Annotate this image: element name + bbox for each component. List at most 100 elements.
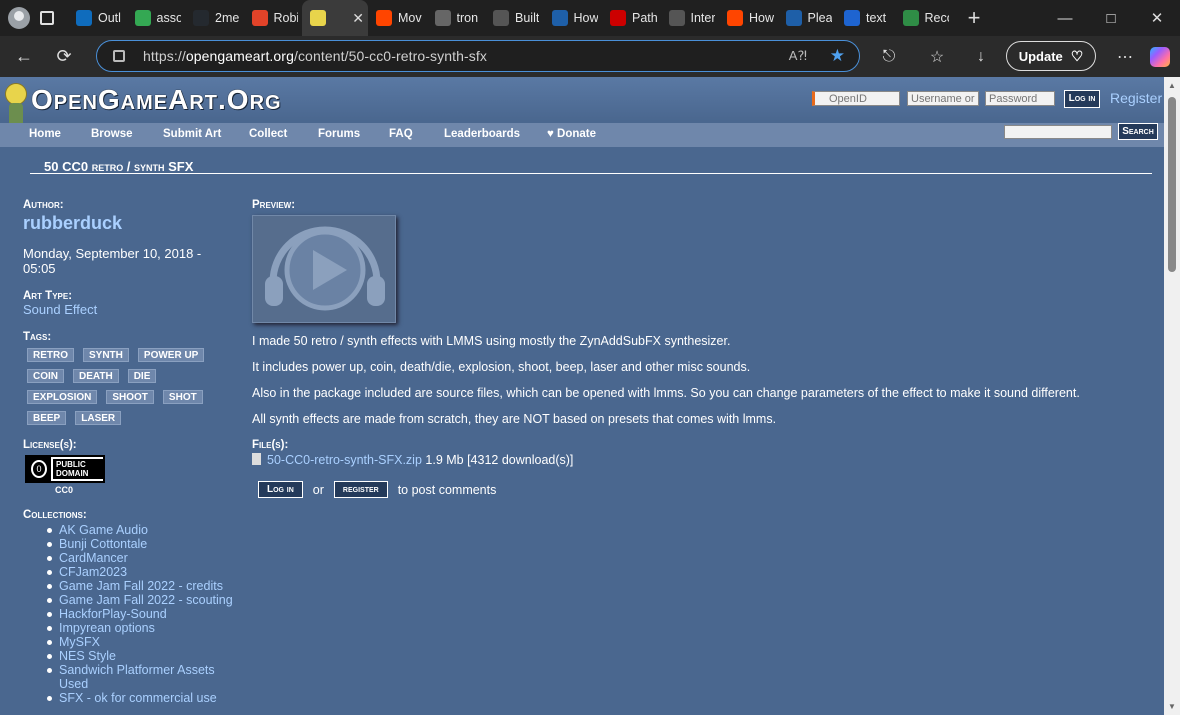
- collection-link[interactable]: NES Style: [47, 649, 233, 663]
- description: I made 50 retro / synth effects with LMM…: [252, 333, 1132, 427]
- menu-browse[interactable]: Browse: [91, 128, 133, 140]
- collections-section: Collections: AK Game Audio Bunji Cottonta…: [23, 509, 233, 705]
- scrollbar-thumb[interactable]: [1168, 97, 1176, 272]
- lock-icon[interactable]: [113, 50, 125, 62]
- browser-tab[interactable]: Robi: [244, 0, 303, 36]
- tab-label: tron: [456, 11, 479, 25]
- browser-tab[interactable]: Inter: [661, 0, 720, 36]
- collection-link[interactable]: HackforPlay-Sound: [47, 607, 233, 621]
- back-arrow-icon[interactable]: ←: [4, 39, 44, 75]
- file-download-link[interactable]: 50-CC0-retro-synth-SFX.zip: [267, 453, 422, 467]
- profile-avatar[interactable]: [8, 7, 30, 29]
- workspaces-icon[interactable]: [40, 11, 54, 25]
- tag-chip[interactable]: COIN: [27, 369, 64, 383]
- browser-tab[interactable]: Pleas: [778, 0, 837, 36]
- password-input[interactable]: [985, 91, 1055, 106]
- address-bar-row: ← ⟳ https://opengameart.org/content/50-c…: [0, 36, 1180, 77]
- browser-tab[interactable]: ✕: [302, 0, 368, 36]
- extensions-icon[interactable]: ⎋: [872, 36, 906, 77]
- browser-tab[interactable]: Path: [602, 0, 661, 36]
- tag-chip[interactable]: SHOT: [162, 390, 203, 404]
- close-tab-icon[interactable]: ✕: [352, 10, 364, 27]
- browser-tab[interactable]: 2mel: [185, 0, 244, 36]
- search-button[interactable]: Search: [1118, 123, 1158, 140]
- author-label: Author:: [23, 199, 64, 211]
- login-button[interactable]: Log in: [1064, 90, 1100, 108]
- tab-label: Path: [632, 11, 657, 25]
- menu-donate[interactable]: ♥ Donate: [547, 128, 596, 140]
- tag-chip[interactable]: RETRO: [27, 348, 74, 362]
- tags-label: Tags:: [23, 331, 52, 343]
- favorite-star-icon[interactable]: ★: [830, 46, 845, 66]
- audio-preview-player[interactable]: [252, 215, 396, 323]
- tag-chip[interactable]: BEEP: [27, 411, 67, 425]
- site-menu: Home Browse Submit Art Collect Forums FA…: [0, 123, 1164, 147]
- url-field[interactable]: https://opengameart.org/content/50-cc0-r…: [96, 40, 860, 72]
- browser-tab[interactable]: How: [544, 0, 603, 36]
- minimize-icon[interactable]: —: [1042, 0, 1088, 36]
- browser-tab[interactable]: Built: [485, 0, 544, 36]
- collection-link[interactable]: Impyrean options: [47, 621, 233, 635]
- site-search-input[interactable]: [1004, 125, 1112, 139]
- browser-tab[interactable]: Reco: [895, 0, 954, 36]
- tag-chip[interactable]: LASER: [75, 411, 122, 425]
- update-button[interactable]: Update ♡: [1006, 41, 1096, 71]
- tag-chip[interactable]: SYNTH: [83, 348, 129, 362]
- browser-tab[interactable]: How: [719, 0, 778, 36]
- tag-chip[interactable]: DEATH: [73, 369, 119, 383]
- tag-chip[interactable]: EXPLOSION: [27, 390, 98, 404]
- public-domain-badge-icon[interactable]: PUBLIC DOMAIN: [25, 455, 105, 483]
- scroll-down-icon[interactable]: ▼: [1168, 702, 1176, 711]
- page-scrollbar[interactable]: ▲ ▼: [1164, 77, 1180, 715]
- collection-link[interactable]: Game Jam Fall 2022 - credits: [47, 579, 233, 593]
- collection-link[interactable]: CardMancer: [47, 551, 233, 565]
- collection-link[interactable]: AK Game Audio: [47, 523, 233, 537]
- menu-leaderboards[interactable]: Leaderboards: [444, 128, 520, 140]
- zip-file-icon: [252, 453, 261, 465]
- site-logo[interactable]: OpenGameArt.Org: [31, 84, 282, 116]
- collection-link[interactable]: Sandwich Platformer Assets Used: [47, 663, 233, 691]
- tag-chip[interactable]: DIE: [127, 369, 157, 383]
- collection-link[interactable]: SFX - ok for commercial use: [47, 691, 233, 705]
- comment-register-button[interactable]: register: [333, 481, 388, 498]
- tag-chip[interactable]: POWER UP: [137, 348, 205, 362]
- youtube-icon: [610, 10, 626, 26]
- menu-collect[interactable]: Collect: [249, 128, 287, 140]
- username-input[interactable]: [907, 91, 979, 106]
- collection-link[interactable]: CFJam2023: [47, 565, 233, 579]
- new-tab-button[interactable]: +: [959, 5, 989, 31]
- refresh-icon[interactable]: ⟳: [44, 39, 84, 75]
- copilot-icon[interactable]: [1150, 47, 1170, 67]
- tag-chip[interactable]: SHOOT: [106, 390, 154, 404]
- maximize-icon[interactable]: □: [1088, 0, 1134, 36]
- browser-tab[interactable]: Outl: [68, 0, 127, 36]
- collection-link[interactable]: Game Jam Fall 2022 - scouting: [47, 593, 233, 607]
- gitlab-icon: [251, 10, 268, 26]
- browser-tab[interactable]: Mov: [368, 0, 427, 36]
- close-window-icon[interactable]: ✕: [1134, 0, 1180, 36]
- menu-forums[interactable]: Forums: [318, 128, 360, 140]
- menu-faq[interactable]: FAQ: [389, 128, 413, 140]
- menu-home[interactable]: Home: [29, 128, 61, 140]
- register-link[interactable]: Register: [1110, 90, 1162, 106]
- tab-strip: Outl asso 2mel Robi ✕ Mov tron Built How Path Inte…: [68, 0, 953, 36]
- comment-prompt: Log in or register to post comments: [252, 481, 1132, 498]
- comment-login-button[interactable]: Log in: [258, 481, 303, 498]
- downloads-icon[interactable]: ↓: [964, 36, 998, 77]
- openid-input[interactable]: [812, 91, 900, 106]
- collection-link[interactable]: Bunji Cottontale: [47, 537, 233, 551]
- browser-tab[interactable]: asso: [127, 0, 186, 36]
- tab-label: Robi: [273, 11, 299, 25]
- more-menu-icon[interactable]: ⋯: [1108, 36, 1142, 77]
- browser-tab[interactable]: tron: [427, 0, 486, 36]
- menu-submit-art[interactable]: Submit Art: [163, 128, 221, 140]
- page-title: 50 CC0 retro / synth SFX: [44, 159, 194, 174]
- favorites-icon[interactable]: ☆: [920, 36, 954, 77]
- browser-tab[interactable]: text: [836, 0, 895, 36]
- read-aloud-icon[interactable]: A⁈: [789, 48, 807, 64]
- collection-link[interactable]: MySFX: [47, 635, 233, 649]
- license-name: CC0: [55, 485, 74, 495]
- art-type-link[interactable]: Sound Effect: [23, 302, 233, 317]
- scroll-up-icon[interactable]: ▲: [1168, 81, 1176, 90]
- author-link[interactable]: rubberduck: [23, 213, 233, 234]
